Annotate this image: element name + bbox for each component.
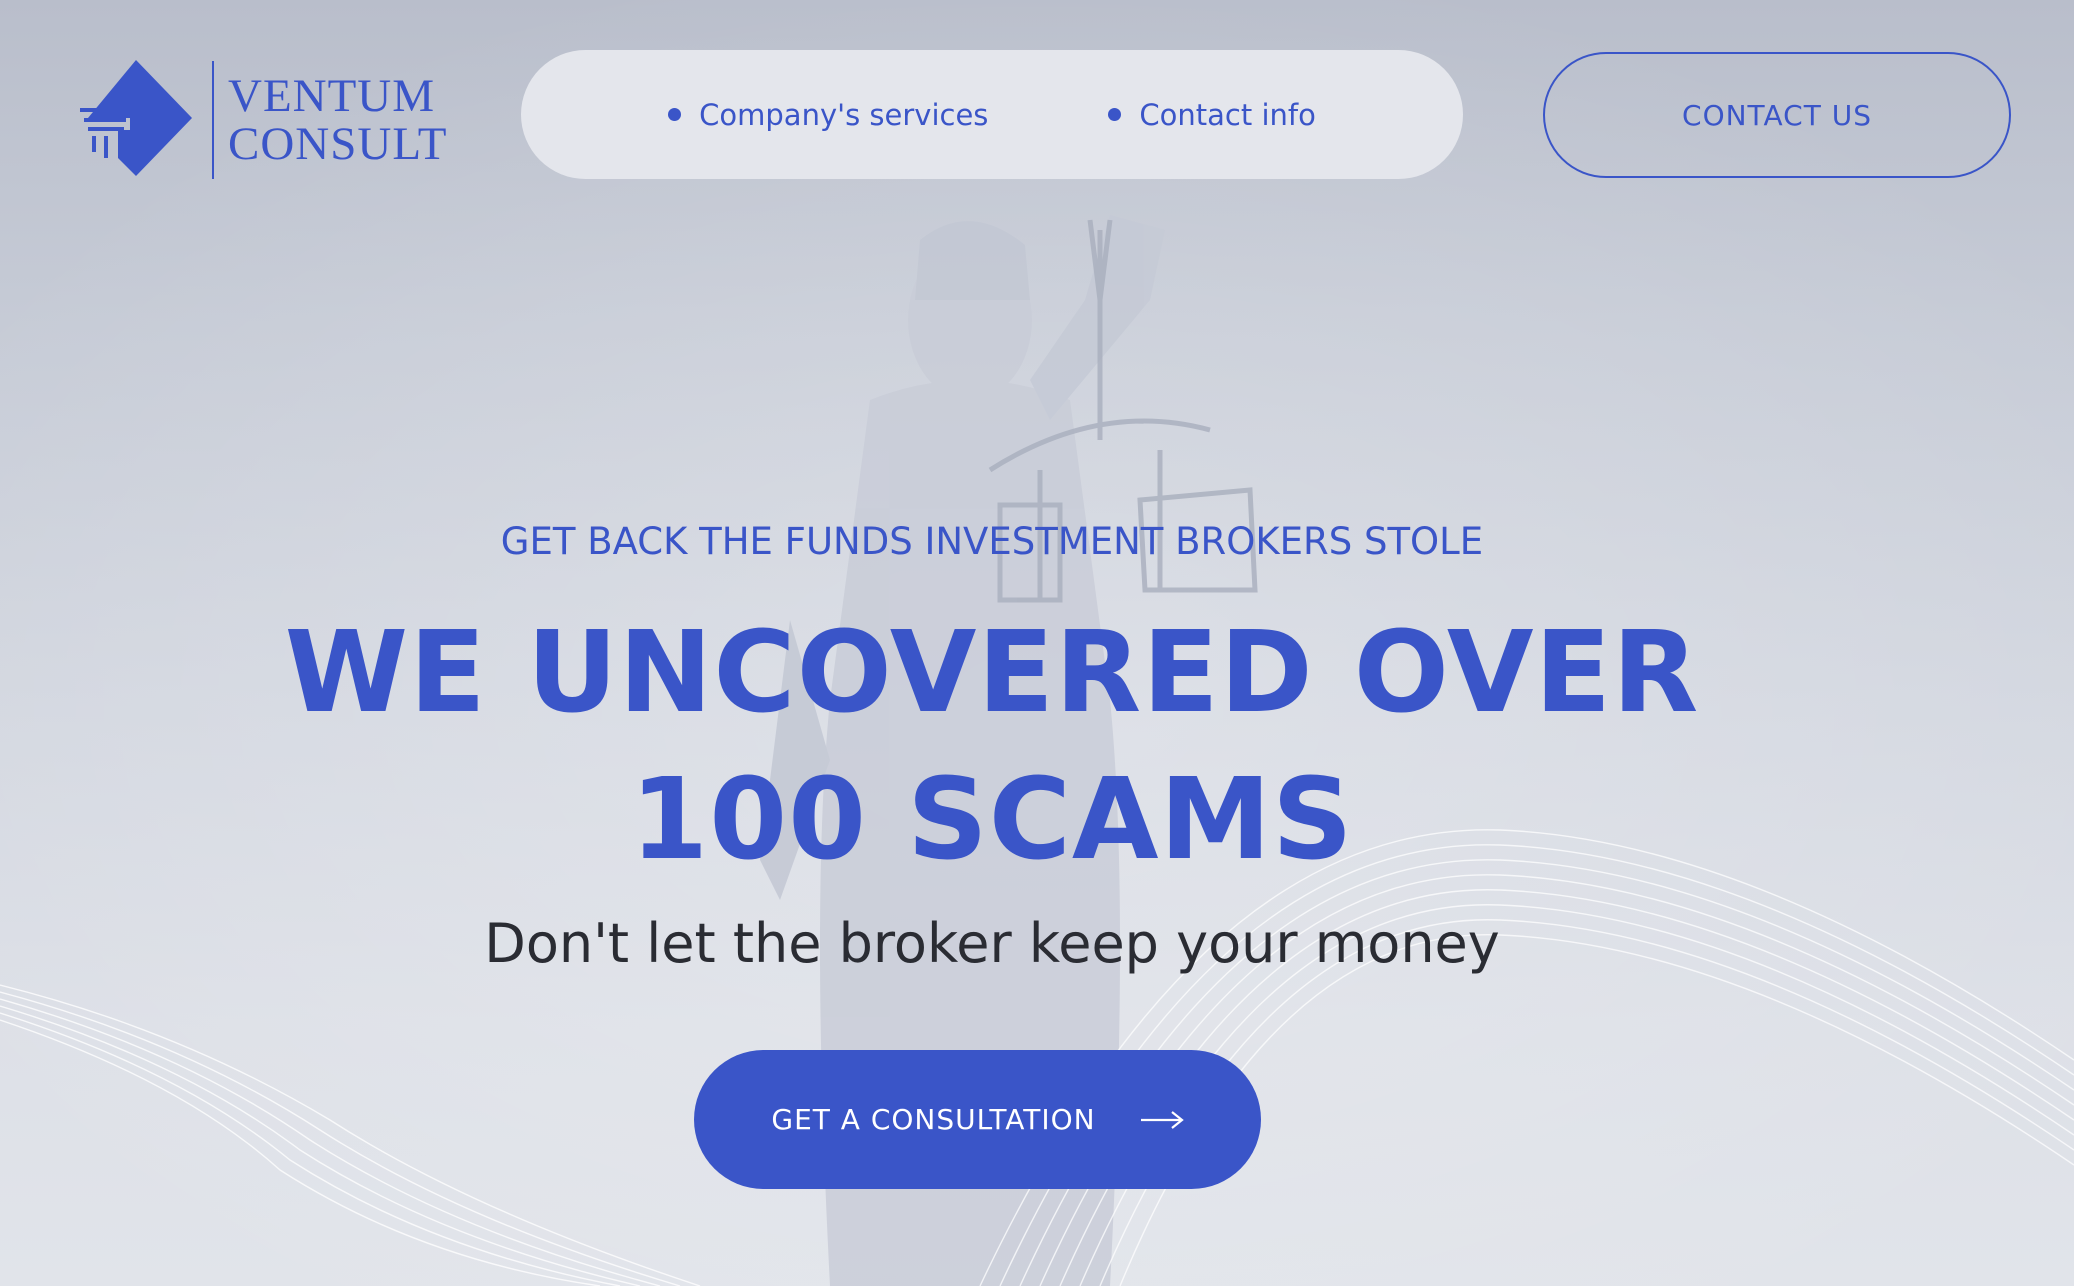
nav-item-label: Contact info — [1139, 97, 1316, 132]
nav-item-label: Company's services — [699, 97, 989, 132]
arrow-right-icon — [1140, 1110, 1184, 1129]
brand-line-1: VENTUM — [228, 70, 436, 122]
brand-logo[interactable]: VENTUM CONSULT — [78, 60, 447, 180]
headline-line-1: WE UNCOVERED OVER — [284, 608, 1700, 738]
main-navigation: Company's services Contact info — [521, 50, 1463, 179]
hero-eyebrow: GET BACK THE FUNDS INVESTMENT BROKERS ST… — [500, 520, 1484, 563]
bullet-dot-icon — [1108, 108, 1122, 121]
hero-headline: WE UNCOVERED OVER 100 SCAMS — [0, 600, 1984, 894]
hero-subheadline: Don't let the broker keep your money — [484, 912, 1500, 975]
nav-item-contact-info[interactable]: Contact info — [1108, 97, 1316, 132]
bullet-dot-icon — [668, 108, 682, 121]
brand-line-2: CONSULT — [228, 118, 448, 170]
contact-us-label: CONTACT US — [1682, 98, 1872, 132]
cta-label: GET A CONSULTATION — [771, 1103, 1096, 1136]
contact-us-button[interactable]: CONTACT US — [1543, 52, 2011, 178]
nav-item-company-services[interactable]: Company's services — [668, 98, 988, 132]
brand-wordmark: VENTUM CONSULT — [228, 72, 447, 168]
headline-line-2: 100 SCAMS — [630, 755, 1354, 885]
pillar-diamond-icon — [80, 60, 192, 176]
logo-divider — [212, 61, 214, 179]
get-consultation-button[interactable]: GET A CONSULTATION — [694, 1050, 1261, 1189]
